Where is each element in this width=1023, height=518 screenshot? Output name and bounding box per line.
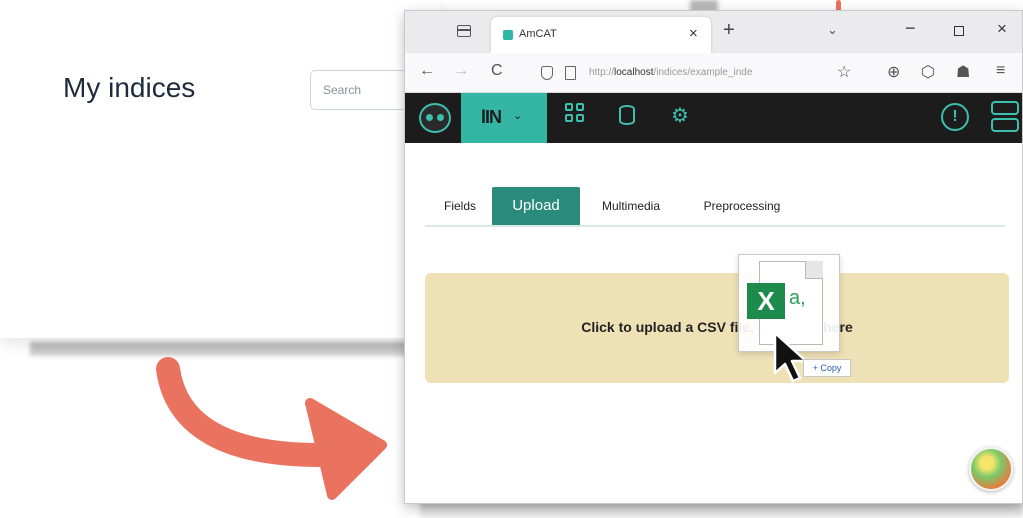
back-icon[interactable]: ← bbox=[419, 62, 435, 80]
menu-icon[interactable]: ≡ bbox=[996, 62, 1005, 80]
reload-icon[interactable]: C bbox=[491, 62, 503, 80]
browser-window: AmCAT × + ⌄ − × ← → C http://localhost/i… bbox=[404, 10, 1023, 504]
navigation-bar: ← → C http://localhost/indices/example_i… bbox=[405, 53, 1022, 93]
amcat-logo-icon[interactable] bbox=[419, 103, 451, 133]
minimize-icon[interactable]: − bbox=[905, 18, 916, 39]
file-letters: a, bbox=[789, 287, 806, 309]
url-path: /indices/example_inde bbox=[653, 67, 753, 78]
drop-zone-label: Click to upload a CSV file, or drop it h… bbox=[581, 319, 853, 335]
extension-icon[interactable]: ⬡ bbox=[921, 62, 935, 82]
page-title: My indices bbox=[63, 72, 196, 103]
chevron-down-icon[interactable]: ⌄ bbox=[827, 22, 838, 38]
page-fold bbox=[805, 261, 823, 279]
excel-icon: X bbox=[747, 283, 785, 319]
tab-fields[interactable]: Fields bbox=[435, 187, 485, 225]
curved-arrow-icon bbox=[156, 357, 387, 500]
tab-multimedia[interactable]: Multimedia bbox=[590, 187, 672, 225]
info-icon[interactable]: ! bbox=[941, 103, 969, 131]
app-header: lIN ⌄ ⚙ ! bbox=[405, 93, 1022, 143]
settings-icon[interactable]: ⚙ bbox=[671, 103, 689, 128]
close-window-icon[interactable]: × bbox=[997, 19, 1007, 39]
tab-preprocessing[interactable]: Preprocessing bbox=[687, 187, 797, 225]
url-prefix: http:// bbox=[589, 67, 615, 78]
tab-upload[interactable]: Upload bbox=[492, 187, 580, 225]
page-info-icon[interactable] bbox=[565, 66, 576, 80]
browser-tab-amcat[interactable]: AmCAT × bbox=[491, 17, 711, 53]
copy-badge: + Copy bbox=[803, 359, 851, 377]
database-icon[interactable] bbox=[619, 105, 635, 125]
csv-drop-zone[interactable]: Click to upload a CSV file, or drop it h… bbox=[425, 273, 1009, 383]
url-host: localhost bbox=[614, 67, 654, 78]
address-bar[interactable]: http://localhost/indices/example_inde bbox=[589, 67, 829, 78]
tab-bar: AmCAT × + ⌄ − × bbox=[405, 11, 1022, 53]
background-window: My indices Search bbox=[0, 0, 440, 338]
library-icon: lIN bbox=[481, 107, 502, 127]
new-tab-icon[interactable]: + bbox=[723, 19, 735, 42]
close-tab-icon[interactable]: × bbox=[689, 25, 698, 42]
index-menu-button[interactable]: lIN ⌄ bbox=[461, 93, 547, 143]
maximize-icon[interactable] bbox=[954, 26, 964, 36]
forward-icon[interactable]: → bbox=[453, 62, 469, 80]
index-tabs: Fields Upload Multimedia Preprocessing bbox=[425, 187, 1005, 227]
puzzle-icon[interactable]: ☗ bbox=[956, 62, 970, 82]
chevron-down-icon: ⌄ bbox=[513, 110, 523, 122]
account-icon[interactable]: ⊕ bbox=[887, 62, 900, 82]
favicon-icon bbox=[503, 30, 513, 40]
avatar[interactable] bbox=[969, 447, 1013, 491]
bookmark-star-icon[interactable]: ☆ bbox=[837, 62, 851, 82]
tab-title: AmCAT bbox=[519, 28, 557, 40]
window-shadow bbox=[30, 342, 430, 356]
shield-icon[interactable] bbox=[541, 66, 553, 80]
tab-overview-icon[interactable] bbox=[457, 25, 471, 37]
server-icon[interactable] bbox=[991, 101, 1019, 133]
dashboard-icon[interactable] bbox=[565, 103, 585, 125]
